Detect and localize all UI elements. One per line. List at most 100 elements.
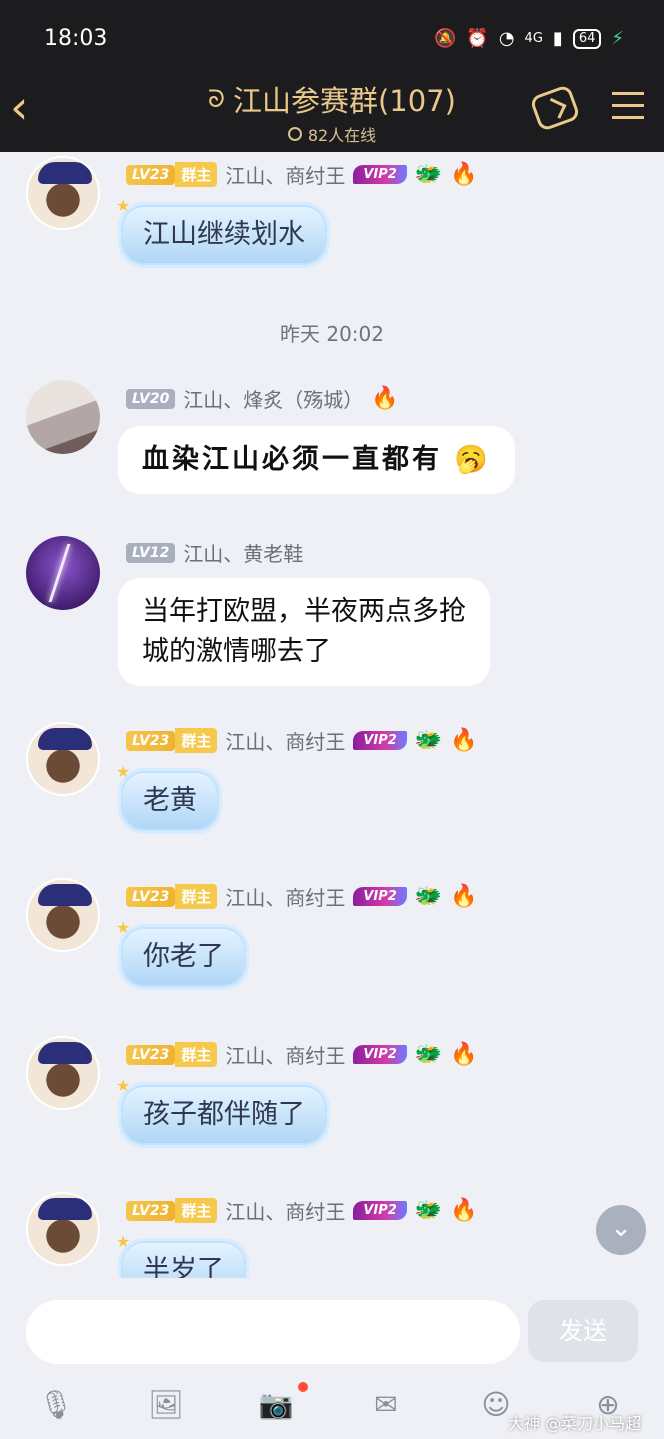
wifi-icon: ◔ — [498, 28, 515, 49]
sender-name[interactable]: 江山、黄老鞋 — [183, 538, 303, 567]
message-bubble[interactable]: 你老了 — [118, 924, 249, 990]
online-icon — [287, 127, 302, 141]
send-button[interactable]: 发送 — [528, 1300, 638, 1362]
avatar[interactable] — [26, 1192, 100, 1266]
mute-icon: 🔕 — [433, 28, 457, 49]
sender-name[interactable]: 江山、商纣王 — [225, 1196, 345, 1225]
owner-badge: 群主 — [175, 1198, 218, 1223]
group-title-text: 江山参赛群(107) — [232, 84, 456, 118]
fire-icon: 🔥 — [371, 386, 399, 411]
image-icon[interactable]: 🖼 — [146, 1388, 186, 1424]
message-bubble[interactable]: 半岁了 — [118, 1238, 249, 1278]
sender-meta: LV23 群主 江山、商纣王 VIP2 🐲 🔥 — [126, 1040, 478, 1069]
owner-badge: 群主 — [175, 1042, 218, 1067]
message-text: 血染江山必须一直都有 — [142, 444, 442, 475]
mic-icon[interactable]: 🎙 — [36, 1388, 76, 1424]
vip-badge: VIP2 — [353, 1201, 407, 1220]
avatar[interactable] — [26, 536, 100, 610]
sender-meta: LV23 群主 江山、商纣王 VIP2 🐲 🔥 — [126, 160, 478, 189]
sender-name[interactable]: 江山、商纣王 — [225, 726, 345, 755]
level-badge: LV23 — [126, 1200, 176, 1221]
message-text: 孩子都伴随了 — [143, 1099, 305, 1130]
avatar[interactable] — [26, 380, 100, 454]
sender-name[interactable]: 江山、商纣王 — [225, 882, 345, 911]
online-count: 82人在线 — [287, 122, 377, 146]
owner-badge: 群主 — [175, 884, 218, 909]
vip-badge: VIP2 — [353, 1045, 407, 1064]
group-title[interactable]: ᘐ 江山参赛群(107) — [208, 78, 456, 120]
avatar[interactable] — [26, 722, 100, 796]
timestamp: 昨天 20:02 — [280, 322, 384, 346]
chat-header: ‹ ᘐ 江山参赛群(107) 82人在线 — [0, 80, 664, 152]
message-text: 半岁了 — [143, 1255, 224, 1278]
fire-icon: 🔥 — [450, 728, 478, 753]
sleepy-emoji-icon: 🥱 — [454, 444, 492, 475]
star-icon: ★ — [116, 1232, 131, 1251]
owner-badge: 群主 — [175, 728, 218, 753]
sender-meta: LV23 群主 江山、商纣王 VIP2 🐲 🔥 — [126, 726, 478, 755]
star-icon: ★ — [116, 196, 131, 215]
dragon-icon: 🐲 — [414, 1042, 443, 1067]
sender-meta: LV12 江山、黄老鞋 — [126, 538, 303, 567]
message-bubble[interactable]: 血染江山必须一直都有 🥱 — [118, 426, 516, 494]
fire-icon: 🔥 — [450, 1198, 478, 1223]
star-icon: ★ — [116, 918, 131, 937]
message-bubble[interactable]: 当年打欧盟，半夜两点多抢 城的激情哪去了 — [118, 578, 490, 686]
avatar[interactable] — [26, 1036, 100, 1110]
vip-badge: VIP2 — [353, 887, 407, 906]
dragon-icon: 🐲 — [414, 162, 443, 187]
message-bubble[interactable]: 老黄 — [118, 768, 222, 834]
notification-dot — [298, 1382, 308, 1392]
fire-icon: 🔥 — [450, 162, 478, 187]
status-icons: 🔕 ⏰ ◔ 4G ▮ 64 ⚡ — [434, 28, 624, 49]
star-icon: ★ — [116, 1076, 131, 1095]
level-badge: LV23 — [126, 164, 176, 185]
chevron-down-icon: ⌄ — [610, 1213, 632, 1243]
message-list[interactable]: LV23 群主 江山、商纣王 VIP2 🐲 🔥 江山继续划水 ★ 昨天 20:0… — [0, 152, 664, 1278]
star-icon: ★ — [116, 762, 131, 781]
sender-meta: LV23 群主 江山、商纣王 VIP2 🐲 🔥 — [126, 882, 478, 911]
vip-badge: VIP2 — [353, 165, 407, 184]
dragon-icon: 🐲 — [414, 1198, 443, 1223]
message-text: 江山继续划水 — [143, 219, 305, 250]
charging-icon: ⚡ — [611, 28, 624, 49]
sender-name[interactable]: 江山、烽炙（殇城） — [183, 384, 363, 413]
online-count-text: 82人在线 — [307, 126, 377, 145]
avatar[interactable] — [26, 156, 100, 230]
sender-name[interactable]: 江山、商纣王 — [225, 1040, 345, 1069]
message-text: 你老了 — [143, 941, 224, 972]
level-badge: LV12 — [126, 542, 176, 563]
message-text-line: 当年打欧盟，半夜两点多抢 — [142, 596, 466, 627]
sender-meta: LV20 江山、烽炙（殇城） 🔥 — [126, 384, 399, 413]
network-label: 4G — [524, 31, 543, 46]
scroll-down-button[interactable]: ⌄ — [596, 1205, 646, 1255]
message-bubble[interactable]: 江山继续划水 — [118, 202, 330, 268]
sender-meta: LV23 群主 江山、商纣王 VIP2 🐲 🔥 — [126, 1196, 478, 1225]
dragon-icon: 🐲 — [414, 728, 443, 753]
vip-badge: VIP2 — [353, 731, 407, 750]
fire-icon: 🔥 — [450, 1042, 478, 1067]
sender-name[interactable]: 江山、商纣王 — [225, 160, 345, 189]
dragon-icon: 🐲 — [414, 884, 443, 909]
battery-icon: 64 — [572, 28, 602, 49]
red-packet-icon[interactable]: ✉ — [366, 1388, 406, 1424]
camera-icon[interactable]: 📷 — [256, 1388, 296, 1424]
fire-icon: 🔥 — [450, 884, 478, 909]
ear-icon: ᘐ — [208, 85, 225, 113]
watermark: 大神 @菜刀小马超 — [508, 1414, 642, 1433]
avatar[interactable] — [26, 878, 100, 952]
status-time: 18:03 — [44, 26, 108, 51]
message-input[interactable] — [26, 1300, 520, 1364]
owner-badge: 群主 — [175, 162, 218, 187]
level-badge: LV23 — [126, 886, 176, 907]
message-text: 老黄 — [143, 785, 197, 816]
status-bar: 18:03 🔕 ⏰ ◔ 4G ▮ 64 ⚡ — [0, 0, 664, 80]
message-text-line: 城的激情哪去了 — [142, 636, 331, 667]
message-bubble[interactable]: 孩子都伴随了 — [118, 1082, 330, 1148]
level-badge: LV20 — [126, 388, 176, 409]
alarm-icon: ⏰ — [466, 28, 489, 49]
level-badge: LV23 — [126, 730, 176, 751]
signal-icon: ▮ — [552, 28, 563, 49]
level-badge: LV23 — [126, 1044, 176, 1065]
menu-icon[interactable] — [612, 92, 644, 128]
